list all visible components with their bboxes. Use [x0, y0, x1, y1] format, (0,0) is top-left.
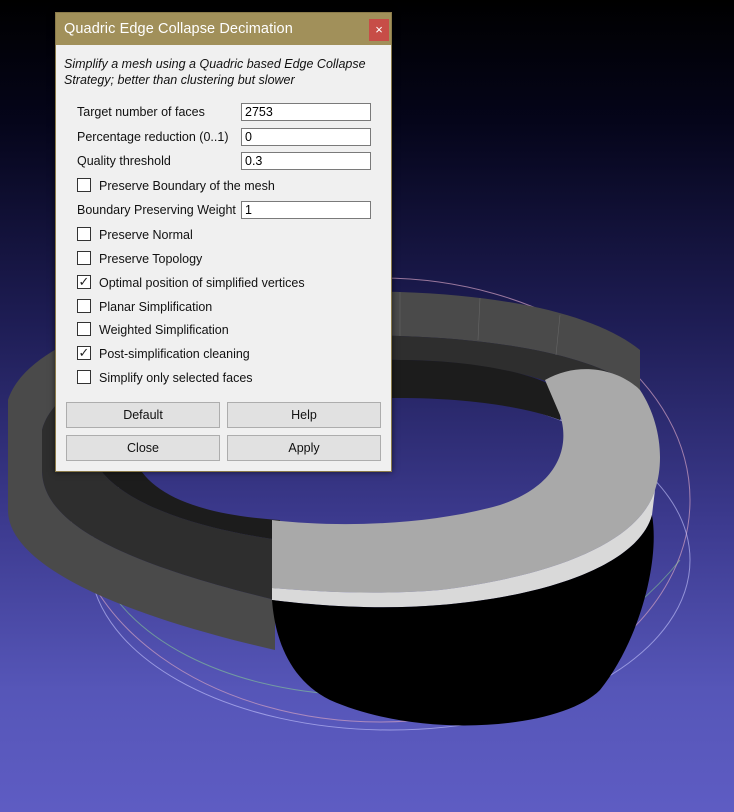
preserve-topology-label: Preserve Topology — [99, 252, 203, 266]
filter-description: Simplify a mesh using a Quadric based Ed… — [64, 57, 366, 87]
preserve-normal-label: Preserve Normal — [99, 228, 193, 242]
selected-faces-only-checkbox[interactable] — [77, 370, 91, 384]
optimal-position-label: Optimal position of simplified vertices — [99, 276, 305, 290]
help-button[interactable]: Help — [227, 402, 381, 428]
planar-simplification-label: Planar Simplification — [99, 300, 213, 314]
preserve-normal-checkbox[interactable] — [77, 227, 91, 241]
post-simplification-cleaning-checkbox[interactable]: ✓ — [77, 346, 91, 360]
apply-button[interactable]: Apply — [227, 435, 381, 461]
weighted-simplification-label: Weighted Simplification — [99, 323, 229, 337]
decimation-dialog: Quadric Edge Collapse Decimation × Simpl… — [55, 12, 392, 472]
optimal-position-checkbox[interactable]: ✓ — [77, 275, 91, 289]
close-icon[interactable]: × — [369, 19, 389, 41]
boundary-weight-label: Boundary Preserving Weight — [77, 203, 236, 217]
default-button[interactable]: Default — [66, 402, 220, 428]
percentage-reduction-input[interactable] — [241, 128, 371, 146]
planar-simplification-checkbox[interactable] — [77, 299, 91, 313]
preserve-boundary-checkbox[interactable] — [77, 178, 91, 192]
target-faces-label: Target number of faces — [77, 105, 205, 119]
preserve-boundary-label: Preserve Boundary of the mesh — [99, 179, 275, 193]
quality-threshold-input[interactable] — [241, 152, 371, 170]
weighted-simplification-checkbox[interactable] — [77, 322, 91, 336]
percentage-reduction-label: Percentage reduction (0..1) — [77, 130, 229, 144]
quality-threshold-label: Quality threshold — [77, 154, 171, 168]
close-button[interactable]: Close — [66, 435, 220, 461]
post-simplification-cleaning-label: Post-simplification cleaning — [99, 347, 250, 361]
boundary-weight-input[interactable] — [241, 201, 371, 219]
preserve-topology-checkbox[interactable] — [77, 251, 91, 265]
dialog-title: Quadric Edge Collapse Decimation — [64, 21, 293, 37]
selected-faces-only-label: Simplify only selected faces — [99, 371, 253, 385]
target-faces-input[interactable] — [241, 103, 371, 121]
dialog-titlebar[interactable]: Quadric Edge Collapse Decimation × — [56, 13, 391, 45]
